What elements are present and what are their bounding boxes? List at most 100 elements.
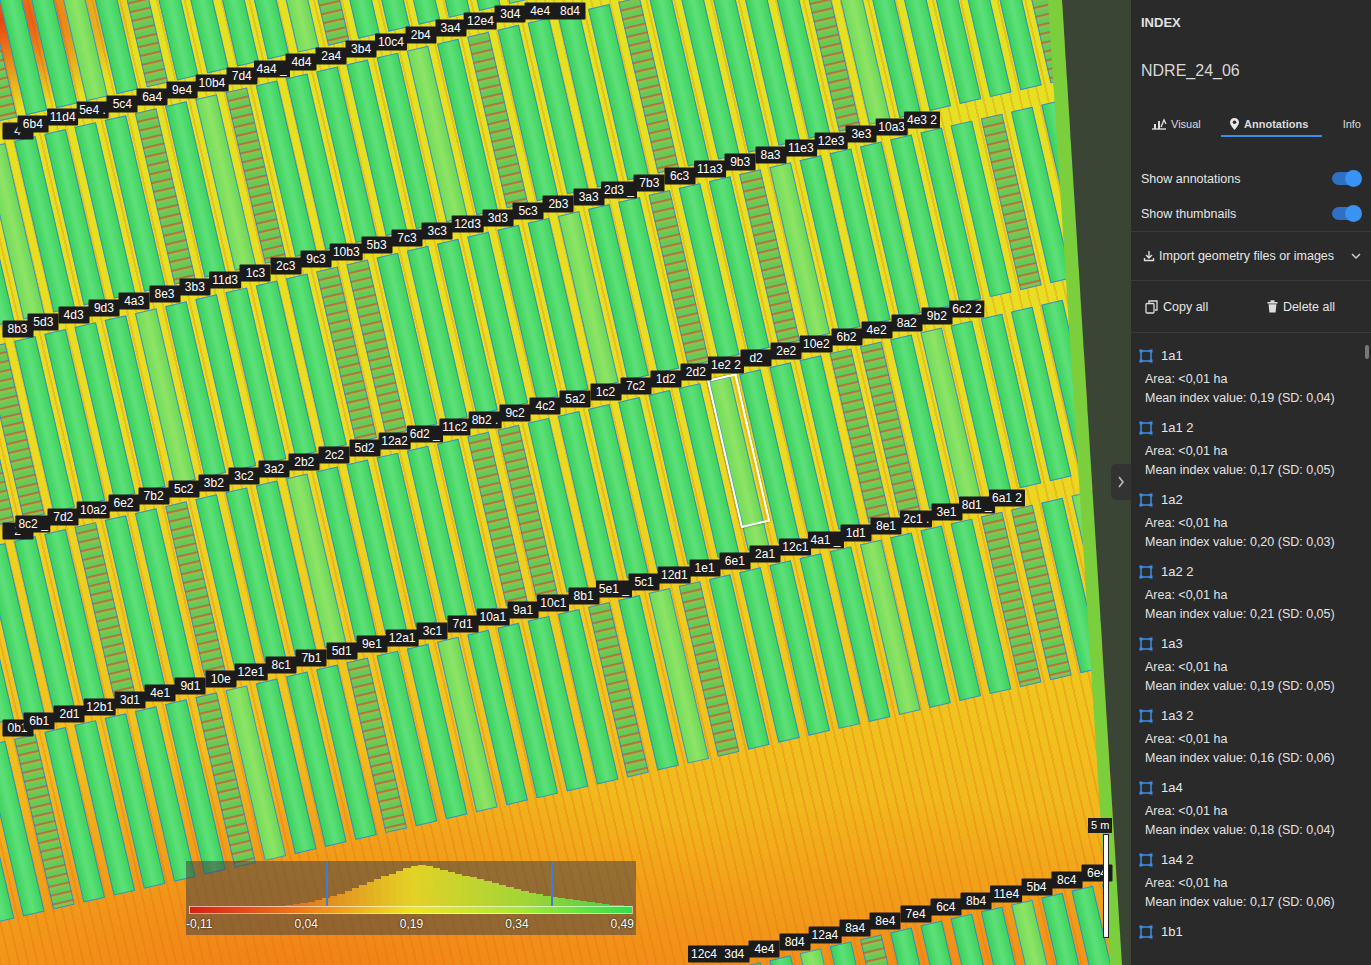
plot-label[interactable]: 6d2 _	[407, 426, 443, 443]
plot-label[interactable]: 7c2	[620, 377, 651, 394]
plot-label[interactable]: 3c1	[417, 622, 448, 639]
plot-label[interactable]: 2b4	[405, 26, 436, 43]
plot-label[interactable]: 10b3	[330, 244, 363, 261]
plot-label[interactable]: 3d4	[495, 6, 526, 23]
plot-label[interactable]: 3e3	[846, 125, 877, 142]
plot-label[interactable]: 6e2	[108, 495, 139, 512]
plot-label[interactable]: 2b3	[543, 195, 574, 212]
plot-label[interactable]: 9b3	[725, 153, 756, 170]
plot-label[interactable]: 7d2	[48, 509, 79, 526]
plot-label[interactable]: 4a3	[119, 293, 150, 310]
plot-label[interactable]: 10b4	[196, 74, 229, 91]
plot-label[interactable]: 5a2	[560, 391, 591, 408]
plot-label[interactable]: 6c3	[664, 167, 695, 184]
plot-label[interactable]: 6c2 2	[949, 301, 984, 318]
plot-label[interactable]: 4d3	[58, 307, 89, 324]
plot-label[interactable]: 12b1	[83, 699, 116, 716]
plot-label[interactable]: 6a1 2	[989, 490, 1025, 507]
plot-label[interactable]: 10c4	[375, 33, 407, 50]
plot-label[interactable]: 4a1 _	[808, 532, 844, 549]
plot-label[interactable]: 10e	[205, 671, 236, 688]
plot-label[interactable]: 5b4	[1021, 878, 1052, 895]
plot-label[interactable]: 12e3	[815, 132, 848, 149]
plot-label[interactable]: 1c2	[590, 384, 621, 401]
plot-label[interactable]: 11d4	[47, 109, 79, 126]
plot-label[interactable]: 8c4	[1051, 871, 1082, 888]
plot-label[interactable]: 4e4	[525, 3, 556, 20]
plot-label[interactable]: 1d2	[650, 370, 681, 387]
collapse-panel-button[interactable]	[1111, 464, 1131, 500]
plot-label[interactable]: 6c4	[930, 899, 961, 916]
plot-label[interactable]: 5c2	[168, 481, 199, 498]
plot-label[interactable]: 11e3	[785, 139, 817, 156]
annotation-item[interactable]: 1b1	[1131, 923, 1371, 957]
plot-label[interactable]: 4e2	[861, 322, 892, 339]
annotation-item[interactable]: 1a1Area: <0,01 haMean index value: 0,19 …	[1131, 347, 1371, 419]
plot-label[interactable]: 3c3	[422, 223, 453, 240]
plot-label[interactable]: 8b4	[961, 892, 992, 909]
tab[interactable]: Visual	[1149, 113, 1203, 137]
plot-label[interactable]: 3d1	[114, 692, 145, 709]
plot-label[interactable]: 10e2	[800, 335, 833, 352]
plot-label[interactable]: 1d1	[840, 525, 871, 542]
plot-label[interactable]: 8a4	[840, 920, 871, 937]
range-handle[interactable]	[326, 861, 328, 907]
plot-label[interactable]: 3b2	[198, 474, 229, 491]
plot-label[interactable]: 5d2	[349, 439, 380, 456]
plot-label[interactable]: 7b1	[296, 650, 327, 667]
plot-label[interactable]: 2a1	[750, 546, 781, 563]
tab[interactable]: Annotations	[1221, 113, 1322, 137]
plot-label[interactable]: 7c3	[391, 230, 422, 247]
plot-label[interactable]: 10c1	[537, 594, 569, 611]
delete-all-button[interactable]: Delete all	[1267, 300, 1335, 314]
plot-label[interactable]: 7b3	[634, 174, 665, 191]
plot-label[interactable]: 6a4	[137, 88, 168, 105]
plot-label[interactable]: 9d3	[88, 300, 119, 317]
plot-label[interactable]: 11d3	[209, 272, 241, 289]
plot-label[interactable]: 8e3	[149, 286, 180, 303]
plot-label[interactable]: 12d1	[658, 566, 691, 583]
plot-label[interactable]: 2c3	[270, 258, 301, 275]
scrollbar-thumb[interactable]	[1365, 345, 1369, 359]
plot-label[interactable]: 12d3	[451, 216, 484, 233]
plot-label[interactable]: 3c2	[229, 467, 260, 484]
plot-label[interactable]: 11e4	[990, 885, 1022, 902]
plot-label[interactable]: 5c4	[107, 95, 138, 112]
annotation-item[interactable]: 1a4 2Area: <0,01 haMean index value: 0,1…	[1131, 851, 1371, 923]
plot-label[interactable]: 4e3 2	[904, 111, 940, 128]
plot-label[interactable]: 9e4	[167, 81, 198, 98]
plot-label[interactable]: 2d1	[54, 706, 85, 723]
plot-label[interactable]: 3b3	[179, 279, 210, 296]
plot-label[interactable]: 12e4	[464, 13, 497, 30]
plot-label[interactable]: 9e1	[356, 636, 387, 653]
plot-label[interactable]: 5d1	[326, 643, 357, 660]
plot-label[interactable]: 1e1	[689, 559, 720, 576]
plot-label[interactable]: 1c3	[240, 265, 271, 282]
plot-label[interactable]: 8e4	[870, 913, 901, 930]
toggle-switch[interactable]	[1332, 207, 1361, 220]
plot-label[interactable]: 8c1	[266, 657, 297, 674]
plot-label[interactable]: 12e1	[235, 664, 268, 681]
plot-label[interactable]: 6b4	[17, 116, 48, 133]
plot-label[interactable]: 9c3	[301, 251, 332, 268]
annotation-item[interactable]: 1a2 2Area: <0,01 haMean index value: 0,2…	[1131, 563, 1371, 635]
import-row[interactable]: Import geometry files or images	[1131, 231, 1371, 281]
annotation-item[interactable]: 1a3 2Area: <0,01 haMean index value: 0,1…	[1131, 707, 1371, 779]
plot-label[interactable]: 2c2	[319, 446, 350, 463]
annotation-item[interactable]: 1a2Area: <0,01 haMean index value: 0,20 …	[1131, 491, 1371, 563]
plot-label[interactable]: 9a1	[508, 601, 539, 618]
index-map[interactable]: 46b411d45e4 .5c46a49e410b47d44a4 _4d42a4…	[0, 0, 1131, 965]
annotation-item[interactable]: 1a1 2Area: <0,01 haMean index value: 0,1…	[1131, 419, 1371, 491]
plot-label[interactable]: 9c2	[500, 405, 531, 422]
plot-label[interactable]: 6b2	[831, 329, 862, 346]
plot-label[interactable]: 4e1	[145, 685, 176, 702]
plot-label[interactable]: 3d3	[482, 209, 513, 226]
plot-label[interactable]: 5c3	[513, 202, 544, 219]
plot-label[interactable]: 4c2	[530, 398, 561, 415]
plot-label[interactable]: 2c1 .	[900, 511, 932, 528]
plot-label[interactable]: 8a2	[891, 315, 922, 332]
plot-label[interactable]: 10a2	[77, 502, 110, 519]
plot-label[interactable]: 8b2 .	[469, 412, 502, 429]
plot-label[interactable]: 11a3	[694, 160, 726, 177]
copy-all-button[interactable]: Copy all	[1145, 300, 1208, 314]
